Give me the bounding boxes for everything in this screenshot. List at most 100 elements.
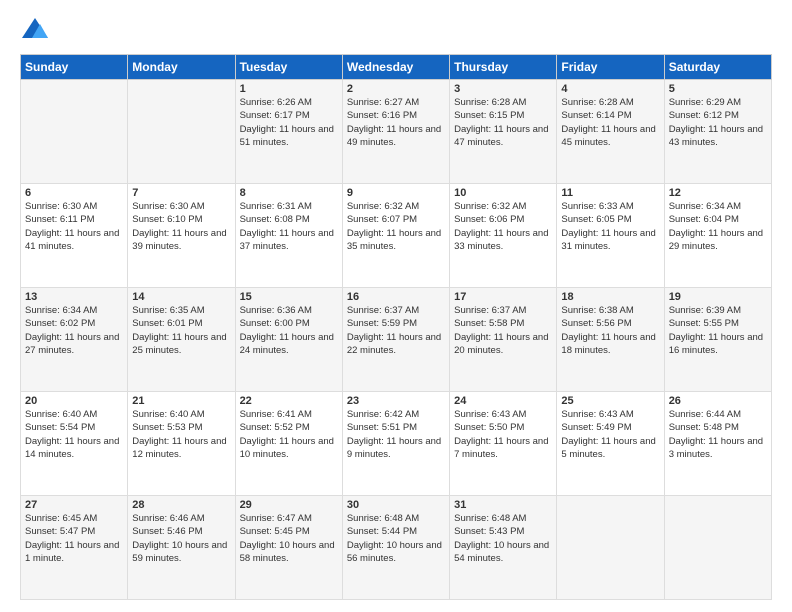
day-number: 16 — [347, 291, 445, 303]
calendar-week: 1Sunrise: 6:26 AMSunset: 6:17 PMDaylight… — [21, 80, 772, 184]
calendar-cell: 26Sunrise: 6:44 AMSunset: 5:48 PMDayligh… — [664, 392, 771, 496]
logo — [20, 16, 54, 46]
day-info: Sunrise: 6:41 AMSunset: 5:52 PMDaylight:… — [240, 408, 338, 461]
day-number: 23 — [347, 395, 445, 407]
day-number: 26 — [669, 395, 767, 407]
calendar-cell: 3Sunrise: 6:28 AMSunset: 6:15 PMDaylight… — [450, 80, 557, 184]
calendar-header: SundayMondayTuesdayWednesdayThursdayFrid… — [21, 55, 772, 80]
calendar-week: 20Sunrise: 6:40 AMSunset: 5:54 PMDayligh… — [21, 392, 772, 496]
calendar-cell: 28Sunrise: 6:46 AMSunset: 5:46 PMDayligh… — [128, 496, 235, 600]
calendar-cell: 10Sunrise: 6:32 AMSunset: 6:06 PMDayligh… — [450, 184, 557, 288]
day-number: 6 — [25, 187, 123, 199]
header-row: SundayMondayTuesdayWednesdayThursdayFrid… — [21, 55, 772, 80]
day-info: Sunrise: 6:31 AMSunset: 6:08 PMDaylight:… — [240, 200, 338, 253]
weekday-header: Thursday — [450, 55, 557, 80]
calendar-cell — [557, 496, 664, 600]
day-info: Sunrise: 6:46 AMSunset: 5:46 PMDaylight:… — [132, 512, 230, 565]
calendar-week: 6Sunrise: 6:30 AMSunset: 6:11 PMDaylight… — [21, 184, 772, 288]
calendar-cell: 25Sunrise: 6:43 AMSunset: 5:49 PMDayligh… — [557, 392, 664, 496]
day-number: 1 — [240, 83, 338, 95]
day-number: 17 — [454, 291, 552, 303]
day-info: Sunrise: 6:32 AMSunset: 6:06 PMDaylight:… — [454, 200, 552, 253]
calendar-cell — [128, 80, 235, 184]
day-info: Sunrise: 6:39 AMSunset: 5:55 PMDaylight:… — [669, 304, 767, 357]
day-info: Sunrise: 6:29 AMSunset: 6:12 PMDaylight:… — [669, 96, 767, 149]
day-info: Sunrise: 6:44 AMSunset: 5:48 PMDaylight:… — [669, 408, 767, 461]
calendar-cell: 9Sunrise: 6:32 AMSunset: 6:07 PMDaylight… — [342, 184, 449, 288]
calendar-cell: 22Sunrise: 6:41 AMSunset: 5:52 PMDayligh… — [235, 392, 342, 496]
calendar-cell — [664, 496, 771, 600]
calendar-cell: 23Sunrise: 6:42 AMSunset: 5:51 PMDayligh… — [342, 392, 449, 496]
weekday-header: Sunday — [21, 55, 128, 80]
day-info: Sunrise: 6:37 AMSunset: 5:59 PMDaylight:… — [347, 304, 445, 357]
day-info: Sunrise: 6:48 AMSunset: 5:44 PMDaylight:… — [347, 512, 445, 565]
day-number: 15 — [240, 291, 338, 303]
logo-icon — [20, 16, 50, 46]
day-info: Sunrise: 6:30 AMSunset: 6:11 PMDaylight:… — [25, 200, 123, 253]
day-info: Sunrise: 6:43 AMSunset: 5:49 PMDaylight:… — [561, 408, 659, 461]
calendar-cell: 11Sunrise: 6:33 AMSunset: 6:05 PMDayligh… — [557, 184, 664, 288]
day-number: 4 — [561, 83, 659, 95]
weekday-header: Saturday — [664, 55, 771, 80]
calendar-cell: 1Sunrise: 6:26 AMSunset: 6:17 PMDaylight… — [235, 80, 342, 184]
day-info: Sunrise: 6:32 AMSunset: 6:07 PMDaylight:… — [347, 200, 445, 253]
calendar-cell: 24Sunrise: 6:43 AMSunset: 5:50 PMDayligh… — [450, 392, 557, 496]
day-info: Sunrise: 6:45 AMSunset: 5:47 PMDaylight:… — [25, 512, 123, 565]
calendar-cell — [21, 80, 128, 184]
calendar-cell: 30Sunrise: 6:48 AMSunset: 5:44 PMDayligh… — [342, 496, 449, 600]
day-number: 31 — [454, 499, 552, 511]
page: SundayMondayTuesdayWednesdayThursdayFrid… — [0, 0, 792, 612]
calendar-cell: 20Sunrise: 6:40 AMSunset: 5:54 PMDayligh… — [21, 392, 128, 496]
day-number: 28 — [132, 499, 230, 511]
day-info: Sunrise: 6:40 AMSunset: 5:54 PMDaylight:… — [25, 408, 123, 461]
day-number: 30 — [347, 499, 445, 511]
day-info: Sunrise: 6:33 AMSunset: 6:05 PMDaylight:… — [561, 200, 659, 253]
day-number: 19 — [669, 291, 767, 303]
day-info: Sunrise: 6:36 AMSunset: 6:00 PMDaylight:… — [240, 304, 338, 357]
weekday-header: Tuesday — [235, 55, 342, 80]
calendar-cell: 8Sunrise: 6:31 AMSunset: 6:08 PMDaylight… — [235, 184, 342, 288]
day-number: 12 — [669, 187, 767, 199]
day-info: Sunrise: 6:40 AMSunset: 5:53 PMDaylight:… — [132, 408, 230, 461]
day-number: 8 — [240, 187, 338, 199]
day-number: 3 — [454, 83, 552, 95]
calendar-cell: 6Sunrise: 6:30 AMSunset: 6:11 PMDaylight… — [21, 184, 128, 288]
weekday-header: Friday — [557, 55, 664, 80]
day-info: Sunrise: 6:38 AMSunset: 5:56 PMDaylight:… — [561, 304, 659, 357]
day-info: Sunrise: 6:26 AMSunset: 6:17 PMDaylight:… — [240, 96, 338, 149]
day-info: Sunrise: 6:35 AMSunset: 6:01 PMDaylight:… — [132, 304, 230, 357]
day-number: 13 — [25, 291, 123, 303]
day-info: Sunrise: 6:28 AMSunset: 6:15 PMDaylight:… — [454, 96, 552, 149]
calendar-cell: 12Sunrise: 6:34 AMSunset: 6:04 PMDayligh… — [664, 184, 771, 288]
calendar-cell: 31Sunrise: 6:48 AMSunset: 5:43 PMDayligh… — [450, 496, 557, 600]
day-number: 18 — [561, 291, 659, 303]
day-info: Sunrise: 6:34 AMSunset: 6:04 PMDaylight:… — [669, 200, 767, 253]
calendar-cell: 19Sunrise: 6:39 AMSunset: 5:55 PMDayligh… — [664, 288, 771, 392]
day-number: 29 — [240, 499, 338, 511]
day-number: 27 — [25, 499, 123, 511]
day-info: Sunrise: 6:48 AMSunset: 5:43 PMDaylight:… — [454, 512, 552, 565]
calendar-cell: 29Sunrise: 6:47 AMSunset: 5:45 PMDayligh… — [235, 496, 342, 600]
calendar-cell: 15Sunrise: 6:36 AMSunset: 6:00 PMDayligh… — [235, 288, 342, 392]
day-number: 11 — [561, 187, 659, 199]
day-info: Sunrise: 6:42 AMSunset: 5:51 PMDaylight:… — [347, 408, 445, 461]
day-number: 10 — [454, 187, 552, 199]
weekday-header: Wednesday — [342, 55, 449, 80]
day-info: Sunrise: 6:30 AMSunset: 6:10 PMDaylight:… — [132, 200, 230, 253]
day-number: 22 — [240, 395, 338, 407]
calendar-cell: 2Sunrise: 6:27 AMSunset: 6:16 PMDaylight… — [342, 80, 449, 184]
day-number: 20 — [25, 395, 123, 407]
day-info: Sunrise: 6:43 AMSunset: 5:50 PMDaylight:… — [454, 408, 552, 461]
calendar-cell: 13Sunrise: 6:34 AMSunset: 6:02 PMDayligh… — [21, 288, 128, 392]
day-number: 21 — [132, 395, 230, 407]
day-number: 2 — [347, 83, 445, 95]
day-info: Sunrise: 6:34 AMSunset: 6:02 PMDaylight:… — [25, 304, 123, 357]
calendar-cell: 4Sunrise: 6:28 AMSunset: 6:14 PMDaylight… — [557, 80, 664, 184]
calendar-body: 1Sunrise: 6:26 AMSunset: 6:17 PMDaylight… — [21, 80, 772, 600]
calendar: SundayMondayTuesdayWednesdayThursdayFrid… — [20, 54, 772, 600]
day-number: 24 — [454, 395, 552, 407]
calendar-week: 27Sunrise: 6:45 AMSunset: 5:47 PMDayligh… — [21, 496, 772, 600]
day-number: 25 — [561, 395, 659, 407]
calendar-week: 13Sunrise: 6:34 AMSunset: 6:02 PMDayligh… — [21, 288, 772, 392]
calendar-cell: 5Sunrise: 6:29 AMSunset: 6:12 PMDaylight… — [664, 80, 771, 184]
